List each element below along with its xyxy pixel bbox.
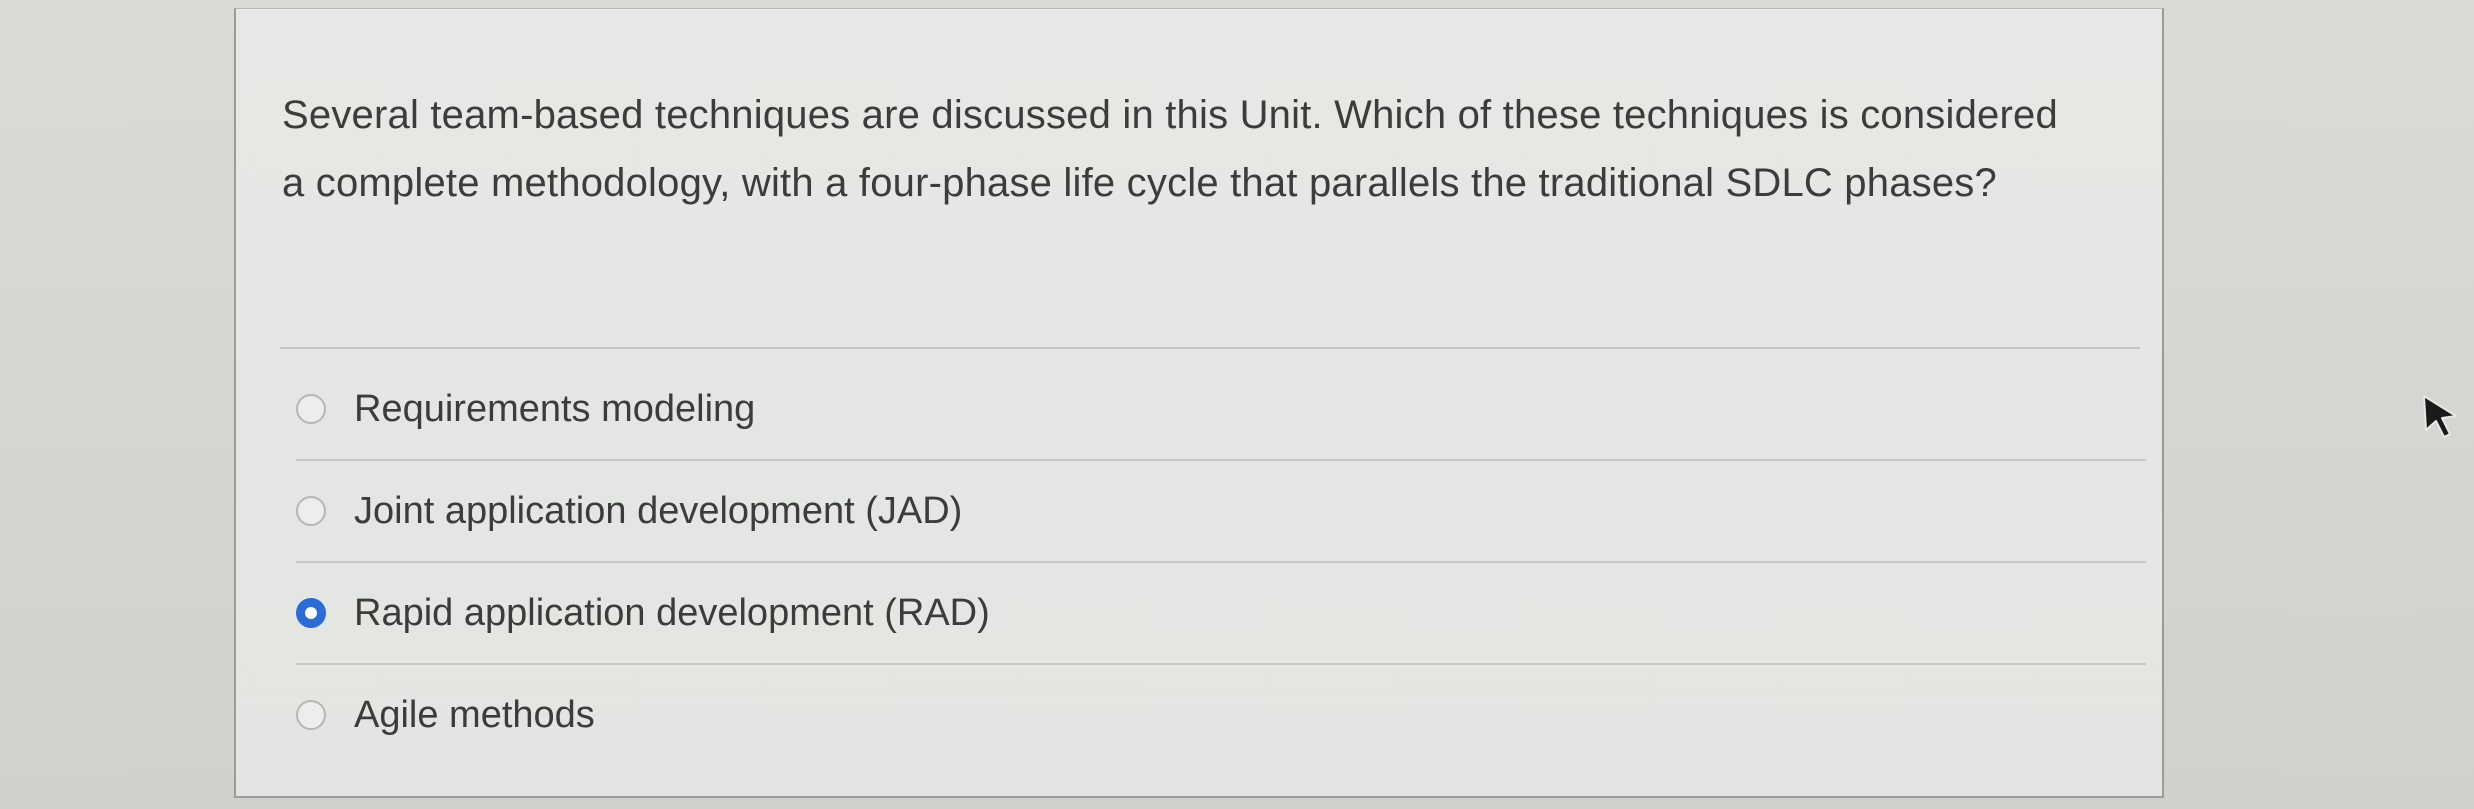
answer-option-agile-methods[interactable]: Agile methods — [296, 665, 2146, 765]
question-divider — [280, 347, 2140, 349]
radio-button[interactable] — [296, 394, 326, 424]
answer-label: Agile methods — [354, 693, 595, 736]
radio-button-selected[interactable] — [296, 598, 326, 628]
answer-list: Requirements modeling Joint application … — [296, 359, 2146, 765]
answer-option-jad[interactable]: Joint application development (JAD) — [296, 461, 2146, 563]
answer-option-rad[interactable]: Rapid application development (RAD) — [296, 563, 2146, 665]
question-text: Several team-based techniques are discus… — [282, 93, 2058, 205]
question-card: Several team-based techniques are discus… — [234, 8, 2164, 798]
answer-option-requirements-modeling[interactable]: Requirements modeling — [296, 359, 2146, 461]
answer-label: Joint application development (JAD) — [354, 489, 963, 532]
answer-label: Rapid application development (RAD) — [354, 591, 990, 634]
radio-button[interactable] — [296, 496, 326, 526]
mouse-pointer-icon — [2423, 395, 2457, 438]
radio-button[interactable] — [296, 700, 326, 730]
answer-label: Requirements modeling — [354, 387, 756, 430]
